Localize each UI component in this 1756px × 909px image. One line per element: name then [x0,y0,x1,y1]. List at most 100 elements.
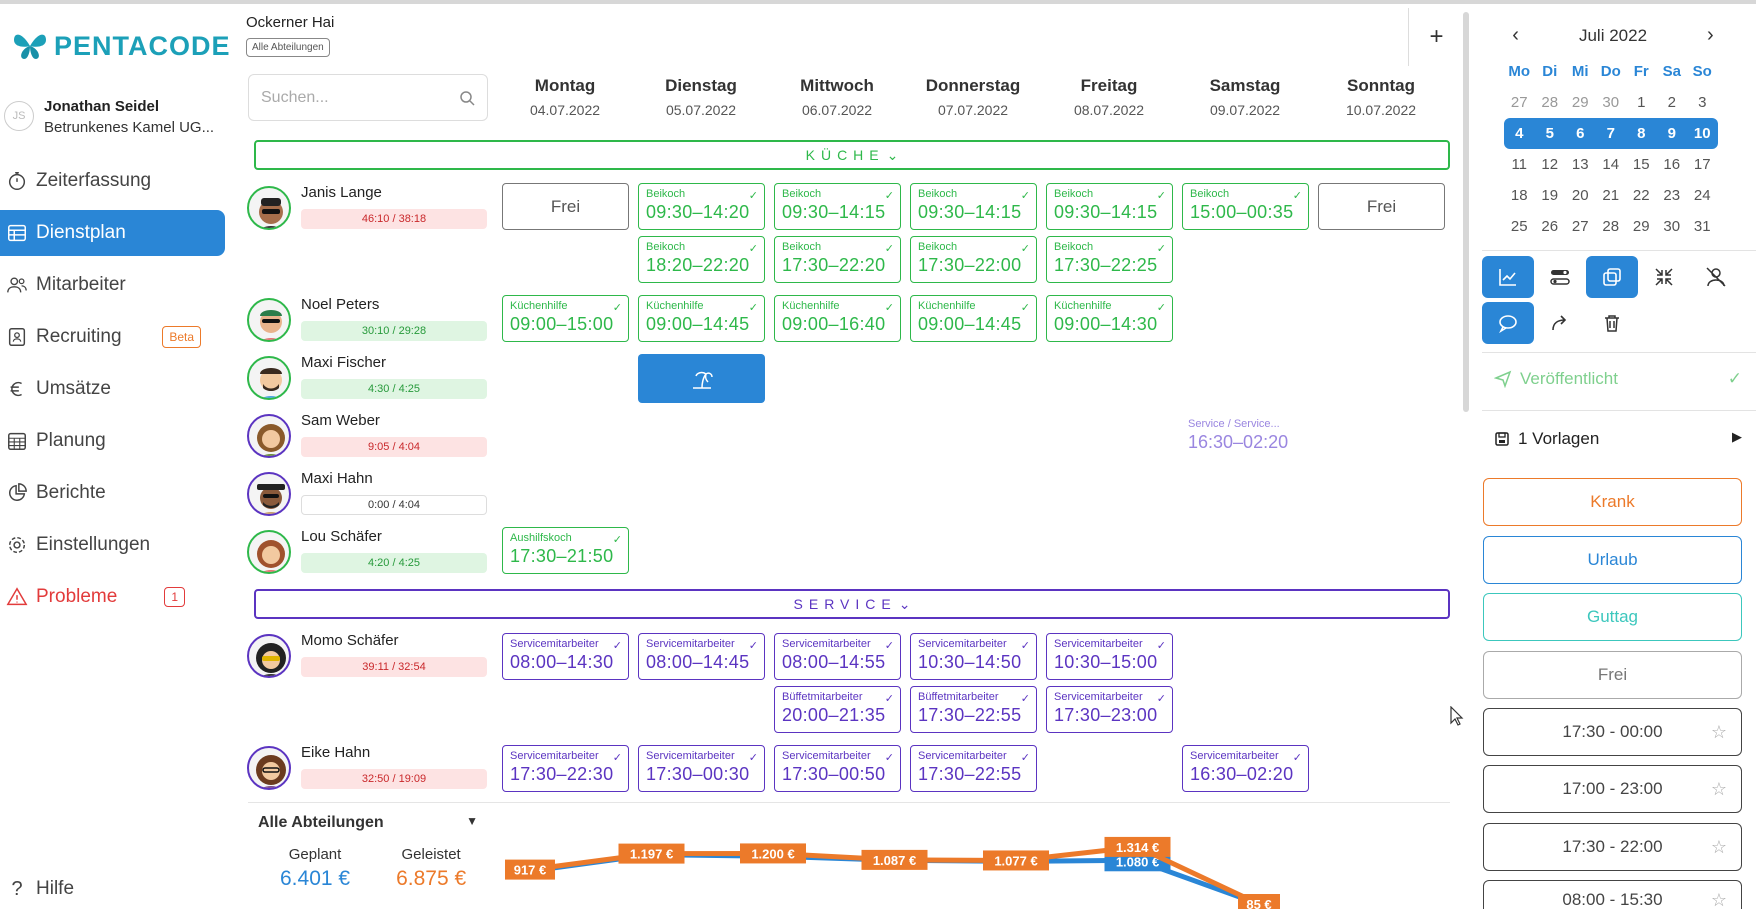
calendar-day[interactable]: 29 [1565,87,1596,118]
calendar-day[interactable]: 27 [1565,211,1596,242]
shift-card[interactable]: Beikoch 09:30–14:15 ✓ [774,183,901,230]
shift-card[interactable]: Servicemitarbeiter 08:00–14:45 ✓ [638,633,765,680]
shift-card[interactable]: Aushilfskoch 17:30–21:50 ✓ [502,527,629,574]
hide-user-button[interactable] [1690,256,1742,298]
shift-card[interactable]: Servicemitarbeiter 08:00–14:55 ✓ [774,633,901,680]
shift-card[interactable]: Beikoch 17:30–22:00 ✓ [910,236,1037,283]
calendar-day[interactable]: 9 [1656,118,1687,149]
shift-free[interactable]: Frei [502,183,629,230]
shift-card[interactable]: Servicemitarbeiter 16:30–02:20 ✓ [1182,745,1309,792]
employee-avatar[interactable] [247,746,291,790]
nav-planung[interactable]: Planung [0,418,225,464]
calendar-day[interactable]: 31 [1687,211,1718,242]
chart-toggle-button[interactable] [1482,256,1534,298]
employee-avatar[interactable] [247,414,291,458]
calendar-day[interactable]: 13 [1565,149,1596,180]
calendar-day[interactable]: 12 [1535,149,1566,180]
employee-avatar[interactable] [247,186,291,230]
calendar-day[interactable]: 14 [1596,149,1627,180]
share-button[interactable] [1534,302,1586,344]
section-service-toggle[interactable]: SERVICE ⌄ [254,589,1450,619]
calendar-day[interactable]: 27 [1504,87,1535,118]
urlaub-button[interactable]: Urlaub [1483,536,1742,584]
calendar-day[interactable]: 15 [1626,149,1657,180]
nav-umsaetze[interactable]: Umsätze [0,366,225,412]
nav-zeiterfassung[interactable]: Zeiterfassung [0,158,225,204]
collapse-button[interactable] [1638,256,1690,298]
guttag-button[interactable]: Guttag [1483,593,1742,641]
star-icon[interactable]: ☆ [1711,837,1727,858]
shift-card[interactable]: Beikoch 18:20–22:20 ✓ [638,236,765,283]
unconfirmed-shift-time[interactable]: 16:30–02:20 [1188,432,1288,453]
department-select[interactable]: Alle Abteilungen ▼ [258,814,478,832]
calendar-day[interactable]: 26 [1535,211,1566,242]
shift-card[interactable]: Servicemitarbeiter 10:30–14:50 ✓ [910,633,1037,680]
chevron-right-icon[interactable]: › [1707,24,1714,47]
calendar-day[interactable]: 23 [1657,180,1688,211]
calendar-day[interactable]: 6 [1565,118,1596,149]
chevron-left-icon[interactable]: ‹ [1512,24,1519,47]
section-kueche-toggle[interactable]: KÜCHE ⌄ [254,140,1450,170]
frei-button[interactable]: Frei [1483,651,1742,699]
vacation-shift-block[interactable] [638,354,765,403]
calendar-day[interactable]: 4 [1504,118,1535,149]
department-filter-pill[interactable]: Alle Abteilungen [246,38,330,57]
calendar-day[interactable]: 28 [1535,87,1566,118]
nav-probleme[interactable]: Probleme 1 [0,574,225,620]
shift-card[interactable]: Servicemitarbeiter 10:30–15:00 ✓ [1046,633,1173,680]
shift-template[interactable]: 08:00 - 15:30 ☆ [1483,880,1742,909]
shift-card[interactable]: Büffetmitarbeiter 17:30–22:55 ✓ [910,686,1037,733]
shift-card[interactable]: Küchenhilfe 09:00–14:30 ✓ [1046,295,1173,342]
shift-card[interactable]: Servicemitarbeiter 17:30–22:55 ✓ [910,745,1037,792]
shift-card[interactable]: Küchenhilfe 09:00–14:45 ✓ [910,295,1037,342]
calendar-day[interactable]: 8 [1626,118,1657,149]
search-box[interactable]: Suchen... [248,74,488,121]
calendar-day[interactable]: 20 [1565,180,1596,211]
shift-card[interactable]: Servicemitarbeiter 17:30–00:50 ✓ [774,745,901,792]
templates-toggle[interactable]: 1 Vorlagen ▶ [1494,429,1742,449]
calendar-day[interactable]: 28 [1596,211,1627,242]
user-profile[interactable]: JS Jonathan Seidel Betrunkenes Kamel UG.… [4,98,214,136]
shift-card[interactable]: Beikoch 09:30–14:15 ✓ [1046,183,1173,230]
employee-avatar[interactable] [247,356,291,400]
pentacode-logo[interactable]: PENTACODE [12,30,231,62]
publish-status[interactable]: Veröffentlicht ✓ [1494,369,1742,389]
calendar-day[interactable]: 1 [1626,87,1657,118]
nav-recruiting[interactable]: Recruiting Beta [0,314,225,360]
calendar-day[interactable]: 21 [1596,180,1627,211]
shift-card[interactable]: Beikoch 17:30–22:25 ✓ [1046,236,1173,283]
main-scrollbar[interactable] [1463,12,1469,412]
comments-button[interactable] [1482,302,1534,344]
calendar-day[interactable]: 2 [1657,87,1688,118]
krank-button[interactable]: Krank [1483,478,1742,526]
employee-avatar[interactable] [247,634,291,678]
shift-free[interactable]: Frei [1318,183,1445,230]
shift-card[interactable]: Küchenhilfe 09:00–14:45 ✓ [638,295,765,342]
calendar-day[interactable]: 29 [1626,211,1657,242]
shift-template[interactable]: 17:30 - 22:00 ☆ [1483,823,1742,871]
shift-card[interactable]: Beikoch 09:30–14:20 ✓ [638,183,765,230]
shift-card[interactable]: Küchenhilfe 09:00–15:00 ✓ [502,295,629,342]
star-icon[interactable]: ☆ [1711,779,1727,800]
calendar-day[interactable]: 24 [1687,180,1718,211]
calendar-day[interactable]: 19 [1535,180,1566,211]
employee-avatar[interactable] [247,298,291,342]
calendar-day[interactable]: 10 [1687,118,1718,149]
calendar-day[interactable]: 17 [1687,149,1718,180]
add-button[interactable]: + [1408,8,1464,66]
shift-card[interactable]: Beikoch 15:00–00:35 ✓ [1182,183,1309,230]
employee-avatar[interactable] [247,472,291,516]
calendar-day[interactable]: 30 [1596,87,1627,118]
shift-template[interactable]: 17:00 - 23:00 ☆ [1483,765,1742,813]
shift-card[interactable]: Beikoch 17:30–22:20 ✓ [774,236,901,283]
shift-card[interactable]: Servicemitarbeiter 17:30–22:30 ✓ [502,745,629,792]
star-icon[interactable]: ☆ [1711,890,1727,909]
nav-berichte[interactable]: Berichte [0,470,225,516]
calendar-day[interactable]: 18 [1504,180,1535,211]
shift-card[interactable]: Küchenhilfe 09:00–16:40 ✓ [774,295,901,342]
shift-card[interactable]: Servicemitarbeiter 17:30–00:30 ✓ [638,745,765,792]
shift-template[interactable]: 17:30 - 00:00 ☆ [1483,708,1742,756]
nav-mitarbeiter[interactable]: Mitarbeiter [0,262,225,308]
delete-button[interactable] [1586,302,1638,344]
copy-button[interactable] [1586,256,1638,298]
